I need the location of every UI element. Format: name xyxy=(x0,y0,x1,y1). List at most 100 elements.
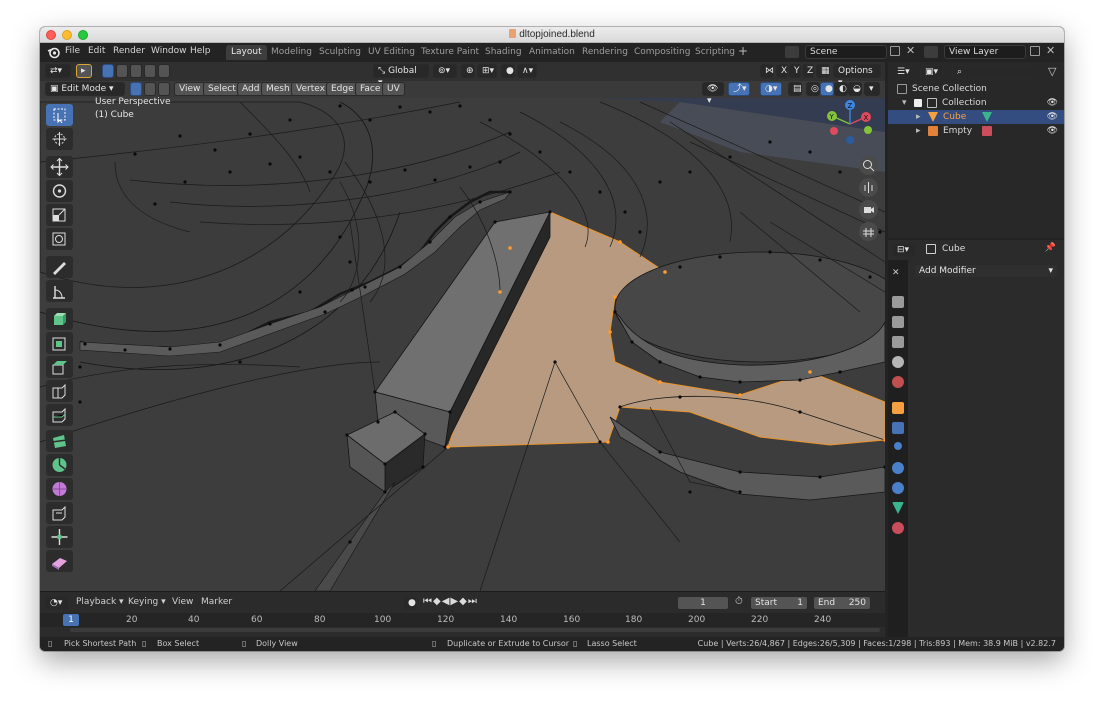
tab-animation[interactable]: Animation xyxy=(524,45,580,60)
3d-viewport[interactable]: ⇄▾ ▸ ⤡ Global ▾ ⊚▾ ⊕ ⊞▾ ● ∧▾ ⋈ X Y Z ▦ O… xyxy=(40,62,885,591)
expand-arrow-icon[interactable]: ▸ xyxy=(916,124,921,138)
pan-view-icon[interactable] xyxy=(859,178,878,197)
particles-tab-icon[interactable] xyxy=(894,442,902,450)
extrude-region-tool-icon[interactable] xyxy=(46,332,73,354)
ortho-toggle-icon[interactable] xyxy=(859,222,878,241)
tab-texture-paint[interactable]: Texture Paint xyxy=(416,45,484,60)
menu-face[interactable]: Face xyxy=(355,82,386,96)
mesh-data-tab-icon[interactable] xyxy=(892,502,904,514)
material-shading-icon[interactable]: ◐ xyxy=(834,82,848,96)
bevel-tool-icon[interactable] xyxy=(46,380,73,402)
new-scene-icon[interactable] xyxy=(890,46,900,56)
mode-subtract-icon[interactable] xyxy=(130,64,142,78)
playback-controls[interactable]: ⏮◆◀▶◆⏭ xyxy=(423,596,478,607)
edge-slide-tool-icon[interactable] xyxy=(46,502,73,524)
filter-icon[interactable]: ▽ xyxy=(1048,65,1056,78)
gizmo-toggle[interactable]: ⤴▾ xyxy=(728,82,750,96)
proportional-edit-icon[interactable]: ● xyxy=(501,64,515,78)
mesh-view[interactable] xyxy=(40,62,885,591)
pin-icon[interactable]: 📌 xyxy=(1045,243,1056,253)
cursor-tool-icon[interactable] xyxy=(46,128,73,150)
tab-scripting[interactable]: Scripting xyxy=(690,45,740,60)
next-keyframe-icon[interactable]: ◆ xyxy=(459,596,468,607)
play-icon[interactable]: ▶ xyxy=(450,596,459,607)
xray-toggle[interactable]: ▤ xyxy=(788,82,802,96)
scene-selector-icon[interactable] xyxy=(785,46,799,58)
rotate-tool-icon[interactable] xyxy=(46,180,73,202)
menu-playback[interactable]: Playback ▾ xyxy=(76,597,124,607)
menu-help[interactable]: Help xyxy=(190,46,211,56)
transform-tool-icon[interactable] xyxy=(46,228,73,250)
menu-render[interactable]: Render xyxy=(113,46,145,56)
material-tab-icon[interactable] xyxy=(892,522,904,534)
current-frame-field[interactable]: 1 xyxy=(677,596,729,610)
inset-faces-tool-icon[interactable] xyxy=(46,356,73,378)
move-tool-icon[interactable] xyxy=(46,156,73,178)
navigation-gizmo[interactable]: X Y Z xyxy=(826,100,876,150)
jump-start-icon[interactable]: ⏮ xyxy=(423,596,433,607)
loop-cut-tool-icon[interactable] xyxy=(46,404,73,426)
editor-type-icon[interactable]: ◔▾ xyxy=(45,596,69,610)
mode-select[interactable]: ▣ Edit Mode ▾ xyxy=(45,82,125,96)
view-layer-field[interactable]: View Layer xyxy=(944,45,1026,59)
outliner-row-cube[interactable]: ▸ Cube 👁 xyxy=(888,110,1064,124)
menu-select[interactable]: Select xyxy=(203,82,241,96)
tool-tab-icon[interactable]: ✕ xyxy=(892,268,904,280)
smooth-tool-icon[interactable] xyxy=(46,478,73,500)
add-workspace-icon[interactable]: + xyxy=(738,44,748,58)
face-select-icon[interactable] xyxy=(158,82,170,96)
axis-y-toggle[interactable]: Y xyxy=(789,64,801,78)
zoom-window-button[interactable] xyxy=(78,30,88,40)
shrink-fatten-tool-icon[interactable] xyxy=(46,526,73,548)
select-mode-tweak-icon[interactable]: ▸ xyxy=(76,64,92,78)
tab-modeling[interactable]: Modeling xyxy=(266,45,317,60)
output-tab-icon[interactable] xyxy=(892,316,904,328)
new-view-layer-icon[interactable] xyxy=(1030,46,1040,56)
select-box-tool-icon[interactable] xyxy=(46,104,73,126)
menu-timeline-view[interactable]: View xyxy=(172,597,193,607)
tab-compositing[interactable]: Compositing xyxy=(629,45,695,60)
object-tab-icon[interactable] xyxy=(892,402,904,414)
outliner-search-input[interactable]: ⌕ xyxy=(952,65,1034,79)
physics-tab-icon[interactable] xyxy=(892,462,904,474)
shading-options-icon[interactable]: ▾ xyxy=(864,82,880,96)
minimize-window-button[interactable] xyxy=(62,30,72,40)
outliner-editor-type-icon[interactable]: ☰▾ xyxy=(892,65,916,79)
add-modifier-button[interactable]: Add Modifier ▾ xyxy=(914,264,1058,278)
view-layer-tab-icon[interactable] xyxy=(892,336,904,348)
start-frame-field[interactable]: Start 1 xyxy=(750,596,808,610)
axis-x-toggle[interactable]: X xyxy=(776,64,788,78)
view-layer-selector-icon[interactable] xyxy=(924,46,938,58)
menu-vertex[interactable]: Vertex xyxy=(291,82,330,96)
snap-icon[interactable]: ⊕ xyxy=(461,64,475,78)
expand-arrow-icon[interactable]: ▾ xyxy=(902,96,907,110)
axis-z-toggle[interactable]: Z xyxy=(802,64,814,78)
menu-uv[interactable]: UV xyxy=(382,82,405,96)
tab-uv-editing[interactable]: UV Editing xyxy=(363,45,420,60)
scale-tool-icon[interactable] xyxy=(46,204,73,226)
visibility-eye-icon[interactable]: 👁 xyxy=(1047,124,1058,138)
menu-file[interactable]: File xyxy=(65,46,80,56)
remove-view-layer-icon[interactable]: ✕ xyxy=(1046,44,1055,57)
preview-range-icon[interactable]: ⏱ xyxy=(735,596,743,607)
world-tab-icon[interactable] xyxy=(892,376,904,388)
outliner-row-scene-collection[interactable]: Scene Collection xyxy=(888,82,1064,96)
scene-tab-icon[interactable] xyxy=(892,356,904,368)
measure-tool-icon[interactable] xyxy=(46,280,73,302)
display-mode-icon[interactable]: ▣▾ xyxy=(920,65,944,79)
mirror-icon[interactable]: ⋈ xyxy=(760,64,774,78)
render-tab-icon[interactable] xyxy=(892,296,904,308)
scene-name-field[interactable]: Scene xyxy=(805,45,887,59)
visibility-eye-icon[interactable]: 👁 xyxy=(1047,96,1058,110)
menu-mesh[interactable]: Mesh xyxy=(261,82,295,96)
pivot-point-button[interactable]: ⊚▾ xyxy=(433,64,457,78)
annotate-tool-icon[interactable] xyxy=(46,256,73,278)
modifier-tab-icon[interactable] xyxy=(892,422,904,434)
mesh-options-icon[interactable]: ▦ xyxy=(816,64,830,78)
menu-view[interactable]: View xyxy=(174,82,206,96)
remove-scene-icon[interactable]: ✕ xyxy=(906,44,915,57)
jump-end-icon[interactable]: ⏭ xyxy=(468,596,478,607)
tab-rendering[interactable]: Rendering xyxy=(577,45,633,60)
menu-marker[interactable]: Marker xyxy=(201,597,232,607)
snap-target-button[interactable]: ⊞▾ xyxy=(477,64,497,78)
